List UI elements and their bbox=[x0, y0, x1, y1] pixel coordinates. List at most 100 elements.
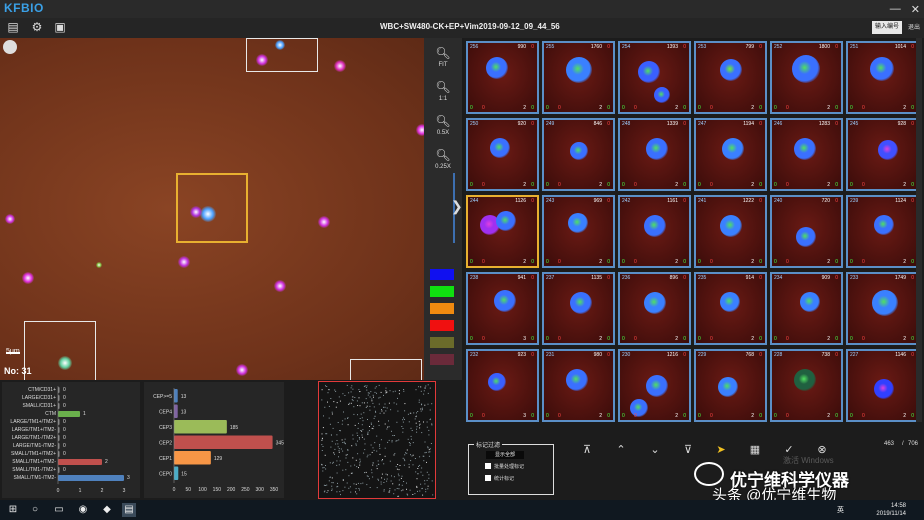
thumbnail-card[interactable]: 230 1216 0 0 0 2 0 bbox=[618, 349, 691, 422]
thumbnail-card[interactable]: 252 1800 0 0 0 2 0 bbox=[770, 41, 843, 114]
thumbnail-card[interactable]: 227 1146 0 0 0 2 0 bbox=[846, 349, 919, 422]
channel-swatch[interactable] bbox=[430, 320, 454, 331]
scatter-point bbox=[423, 390, 425, 392]
thumbnail-card[interactable]: 234 909 0 0 0 2 0 bbox=[770, 272, 843, 345]
bar[interactable] bbox=[174, 466, 179, 481]
bar[interactable] bbox=[58, 459, 102, 465]
file-explorer-icon[interactable]: ▭ bbox=[52, 503, 66, 517]
thumbnail-card[interactable]: 250 920 0 0 0 2 0 bbox=[466, 118, 539, 191]
channel-swatch[interactable] bbox=[430, 286, 454, 297]
thumbnail-card[interactable]: 238 941 0 0 0 3 0 bbox=[466, 272, 539, 345]
prev-page-icon[interactable]: ⌃ bbox=[614, 444, 628, 456]
bar[interactable] bbox=[174, 420, 227, 434]
ime-indicator[interactable]: 英 bbox=[837, 505, 844, 515]
scan-icon[interactable]: ▤ bbox=[6, 20, 20, 34]
grid-icon[interactable]: ▦ bbox=[748, 444, 762, 456]
thumbnail-card[interactable]: 239 1124 0 0 0 2 0 bbox=[846, 195, 919, 268]
thumbnail-card[interactable]: 240 720 0 0 0 2 0 bbox=[770, 195, 843, 268]
thumbnail-green-count-2: 0 bbox=[911, 105, 914, 111]
channel-swatch[interactable] bbox=[430, 269, 454, 280]
channel-swatch[interactable] bbox=[430, 303, 454, 314]
windows-start-icon[interactable]: ⊞ bbox=[6, 503, 20, 517]
thumbnail-card[interactable]: 246 1283 0 0 0 2 0 bbox=[770, 118, 843, 191]
selection-box[interactable] bbox=[350, 359, 422, 380]
zoom-quarter-button[interactable]: 🔍︎ 0.25X bbox=[424, 146, 462, 170]
thumbnail-index: 237 bbox=[546, 275, 555, 281]
thumbnail-card[interactable]: 233 1749 0 0 0 2 0 bbox=[846, 272, 919, 345]
bar-category-label: CEP1 bbox=[159, 456, 172, 462]
thumbnail-card[interactable]: 232 923 0 0 0 3 0 bbox=[466, 349, 539, 422]
thumbnail-card[interactable]: 243 969 0 0 0 2 0 bbox=[542, 195, 615, 268]
thumbnail-card[interactable]: 242 1161 0 0 0 2 0 bbox=[618, 195, 691, 268]
thumbnail-card[interactable]: 237 1135 0 0 0 2 0 bbox=[542, 272, 615, 345]
channel-swatch[interactable] bbox=[430, 337, 454, 348]
exit-button[interactable]: 退出 bbox=[908, 22, 920, 31]
thumbnail-green-count-2: 0 bbox=[683, 413, 686, 419]
batch-marker-checkbox[interactable] bbox=[485, 463, 491, 469]
thumbnail-red-count: 0 bbox=[862, 259, 865, 265]
show-all-button[interactable]: 显示全部 bbox=[486, 451, 524, 459]
minimize-button[interactable]: — bbox=[890, 3, 901, 15]
scatter-point bbox=[396, 421, 398, 423]
chevron-right-icon[interactable]: ❯ bbox=[451, 198, 463, 215]
thumbnail-card[interactable]: 249 846 0 0 0 2 0 bbox=[542, 118, 615, 191]
thumbnail-green-count-2: 0 bbox=[759, 413, 762, 419]
channel-toggle-icon[interactable] bbox=[3, 40, 17, 54]
zoom-fit-button[interactable]: 🔍︎ FIT bbox=[424, 44, 462, 68]
bar[interactable] bbox=[58, 475, 124, 481]
bar[interactable] bbox=[174, 435, 273, 450]
thumbnail-card[interactable]: 228 738 0 0 0 2 0 bbox=[770, 349, 843, 422]
selection-box[interactable] bbox=[246, 38, 318, 72]
thumbnail-card[interactable]: 247 1194 0 0 0 2 0 bbox=[694, 118, 767, 191]
thumbnail-red-count: 0 bbox=[558, 182, 561, 188]
channel-swatch[interactable] bbox=[430, 354, 454, 365]
scatter-plot[interactable] bbox=[318, 381, 436, 499]
image-viewer[interactable] bbox=[0, 38, 424, 380]
thumbnail-card[interactable]: 235 914 0 0 0 2 0 bbox=[694, 272, 767, 345]
thumbnail-card[interactable]: 231 980 0 0 0 2 0 bbox=[542, 349, 615, 422]
bar[interactable] bbox=[58, 411, 80, 417]
thumbnail-card[interactable]: 245 928 0 0 0 2 0 bbox=[846, 118, 919, 191]
pointer-icon[interactable]: ➤ bbox=[714, 444, 728, 456]
stats-marker-checkbox[interactable] bbox=[485, 475, 491, 481]
thumbnail-card[interactable]: 255 1760 0 0 0 2 0 bbox=[542, 41, 615, 114]
scatter-point bbox=[367, 419, 368, 420]
scatter-point bbox=[373, 449, 375, 451]
first-page-icon[interactable]: ⊼ bbox=[580, 444, 594, 456]
thumbnail-card[interactable]: 229 768 0 0 0 2 0 bbox=[694, 349, 767, 422]
thumbnail-card[interactable]: 253 799 0 0 0 2 0 bbox=[694, 41, 767, 114]
zoom-half-button[interactable]: 🔍︎ 0.5X bbox=[424, 112, 462, 136]
last-page-icon[interactable]: ⊽ bbox=[681, 444, 695, 456]
next-page-icon[interactable]: ⌄ bbox=[648, 444, 662, 456]
scatter-point bbox=[414, 418, 416, 420]
scatter-point bbox=[408, 421, 410, 423]
browser-icon[interactable]: ◉ bbox=[76, 503, 90, 517]
cell-nucleus bbox=[878, 140, 898, 160]
bar[interactable] bbox=[174, 404, 178, 419]
clock[interactable]: 14:58 2019/11/14 bbox=[876, 502, 906, 518]
monitor-icon[interactable]: ▣ bbox=[53, 20, 67, 34]
thumbnail-card[interactable]: 248 1339 0 0 0 2 0 bbox=[618, 118, 691, 191]
close-button[interactable]: ✕ bbox=[911, 3, 920, 16]
bar[interactable] bbox=[174, 389, 178, 403]
search-icon[interactable]: ○ bbox=[28, 503, 42, 517]
thumbnail-card[interactable]: 236 896 0 0 0 2 0 bbox=[618, 272, 691, 345]
thumbnail-card[interactable]: 251 1014 0 0 0 2 0 bbox=[846, 41, 919, 114]
thumbnail-index: 251 bbox=[850, 44, 859, 50]
scatter-point bbox=[385, 473, 387, 475]
grid-scrollbar[interactable] bbox=[916, 38, 922, 422]
active-app-icon[interactable]: ▤ bbox=[122, 503, 136, 517]
input-code-button[interactable]: 输入编号 bbox=[871, 21, 902, 34]
thumbnail-card[interactable]: 244 1126 0 0 0 2 0 bbox=[466, 195, 539, 268]
gear-icon[interactable]: ⚙ bbox=[30, 20, 44, 34]
app-icon[interactable]: ◆ bbox=[100, 503, 114, 517]
thumbnail-card[interactable]: 256 990 0 0 0 2 0 bbox=[466, 41, 539, 114]
selection-box-active[interactable] bbox=[176, 173, 248, 243]
thumbnail-card[interactable]: 254 1393 0 0 0 2 0 bbox=[618, 41, 691, 114]
thumbnail-card[interactable]: 241 1222 0 0 0 2 0 bbox=[694, 195, 767, 268]
zoom-1-1-button[interactable]: 🔍︎ 1:1 bbox=[424, 78, 462, 102]
selection-box[interactable] bbox=[24, 321, 96, 380]
scatter-point bbox=[357, 440, 358, 442]
scatter-point bbox=[352, 400, 354, 402]
bar[interactable] bbox=[174, 451, 211, 465]
